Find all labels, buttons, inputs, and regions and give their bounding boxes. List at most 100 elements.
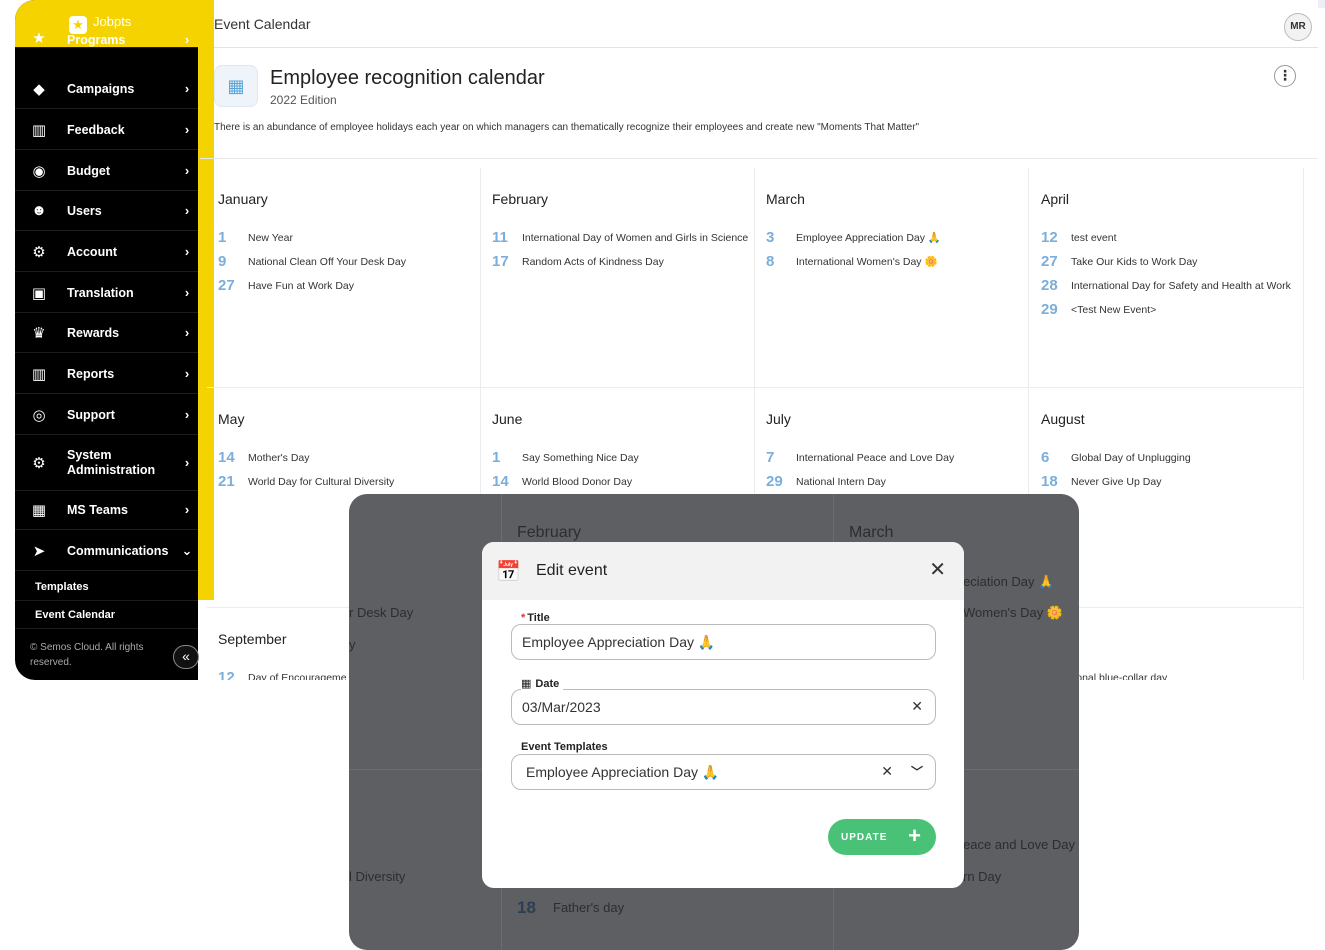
event-item[interactable]: 14 World Blood Donor Day <box>492 474 750 490</box>
month-name: April <box>1041 191 1070 207</box>
event-item[interactable]: 7 International Peace and Love Day <box>766 450 1024 466</box>
event-item[interactable]: 12 test event <box>1041 230 1299 246</box>
dialog-header: 📅 Edit event ✕ <box>482 542 964 600</box>
event-item[interactable]: 17 Random Acts of Kindness Day <box>492 254 750 270</box>
chevron-right-icon: › <box>184 81 190 96</box>
sidebar-item-support[interactable]: ◎ Support › <box>15 395 198 435</box>
event-day: 14 <box>492 473 509 490</box>
event-item[interactable]: 11 International Day of Women and Girls i… <box>492 230 750 246</box>
event-day: 18 <box>1041 473 1058 490</box>
event-item[interactable]: 1 Say Something Nice Day <box>492 450 750 466</box>
diamond-icon: ◆ <box>33 80 45 98</box>
event-item[interactable]: 21 World Day for Cultural Diversity <box>218 474 476 490</box>
event-item[interactable]: 29 <Test New Event> <box>1041 302 1299 318</box>
chevron-right-icon: › <box>184 455 190 470</box>
sidebar-item-rewards[interactable]: ♛ Rewards › <box>15 313 198 353</box>
backdrop-day-number: 18 <box>517 898 536 917</box>
event-name: Global Day of Unplugging <box>1071 452 1191 464</box>
event-list: 1 New Year 9 National Clean Off Your Desk D… <box>218 230 476 302</box>
close-icon[interactable]: ✕ <box>929 557 946 582</box>
event-item[interactable]: 9 National Clean Off Your Desk Day <box>218 254 476 270</box>
month-name: March <box>766 191 805 207</box>
page-description: There is an abundance of employee holida… <box>214 122 920 133</box>
event-item[interactable]: 14 Mother's Day <box>218 450 476 466</box>
event-name: <Test New Event> <box>1071 304 1157 316</box>
event-name: tional blue-collar day <box>1071 672 1168 680</box>
sidebar-item-budget[interactable]: ◉ Budget › <box>15 151 198 191</box>
event-list: 3 Employee Appreciation Day 🙏 8 Internation… <box>766 230 1024 278</box>
chevron-down-icon[interactable]: ﹀ <box>911 763 923 780</box>
event-item[interactable]: 1 New Year <box>218 230 476 246</box>
lifebuoy-icon: ◎ <box>32 406 46 424</box>
sidebar-item-translation[interactable]: ▣ Translation › <box>15 273 198 313</box>
event-item[interactable]: 29 National Intern Day <box>766 474 1024 490</box>
title-input[interactable]: Employee Appreciation Day 🙏 <box>511 624 936 660</box>
chevron-right-icon: › <box>184 502 190 517</box>
cogs-icon: ⚙ <box>32 243 46 261</box>
event-day: 9 <box>218 253 227 270</box>
event-item[interactable]: 6 Global Day of Unplugging <box>1041 450 1299 466</box>
coins-icon: ◉ <box>32 162 46 180</box>
sidebar-subitem-label: Templates <box>35 580 89 593</box>
plus-icon: + <box>908 823 922 848</box>
month-name: January <box>218 191 268 207</box>
event-name: Mother's Day <box>248 452 310 464</box>
event-item[interactable]: 3 Employee Appreciation Day 🙏 <box>766 230 1024 246</box>
sidebar-subitem-event-calendar[interactable]: Event Calendar <box>15 601 198 629</box>
sidebar-item-campaigns[interactable]: ◆ Campaigns › <box>15 69 198 109</box>
title-label-text: Title <box>527 612 550 624</box>
sidebar-item-label: Reports <box>67 366 115 381</box>
chevron-right-icon: › <box>184 325 190 340</box>
event-item[interactable]: 27 Take Our Kids to Work Day <box>1041 254 1299 270</box>
event-list: 7 International Peace and Love Day 29 Natio… <box>766 450 1024 498</box>
sidebar-item-account[interactable]: ⚙ Account › <box>15 232 198 272</box>
event-name: Have Fun at Work Day <box>248 280 355 292</box>
sidebar-item-label: Users <box>67 203 102 218</box>
event-day: 8 <box>766 253 775 270</box>
event-item[interactable]: 8 International Women's Day 🌼 <box>766 254 1024 270</box>
date-input[interactable]: 03/Mar/2023 ✕ <box>511 689 936 725</box>
more-options-icon[interactable]: ⋮ <box>1274 65 1296 87</box>
chevron-right-icon: › <box>184 122 190 137</box>
page-title: Employee recognition calendar <box>270 67 545 89</box>
date-input-value: 03/Mar/2023 <box>522 699 601 715</box>
event-item[interactable]: 18 Never Give Up Day <box>1041 474 1299 490</box>
event-name: New Year <box>248 232 293 244</box>
sidebar-item-ms-teams[interactable]: ▦ MS Teams › <box>15 490 198 530</box>
month-name: July <box>766 411 791 427</box>
sidebar-item-reports[interactable]: ▥ Reports › <box>15 354 198 394</box>
event-name: World Day for Cultural Diversity <box>248 476 395 488</box>
clear-date-icon[interactable]: ✕ <box>911 698 923 715</box>
sidebar-item-feedback[interactable]: ▥ Feedback › <box>15 110 198 150</box>
backdrop-text-fragment: Women's Day 🌼 <box>963 605 1064 620</box>
chevron-down-icon: ⌄ <box>181 542 193 558</box>
bar-chart-icon: ▥ <box>31 121 47 139</box>
sidebar-item-label: Support <box>67 407 115 422</box>
dialog-title: Edit event <box>536 562 608 579</box>
clear-template-icon[interactable]: ✕ <box>881 763 893 780</box>
backdrop-text-fragment: eciation Day 🙏 <box>963 574 1055 589</box>
event-item[interactable]: tional blue-collar day <box>1041 670 1299 680</box>
sidebar-item-communications[interactable]: ➤ Communications ⌄ <box>15 531 198 571</box>
event-day: 6 <box>1041 449 1050 466</box>
month-name: May <box>218 411 245 427</box>
sidebar-item-users[interactable]: ☻ Users › <box>15 191 198 231</box>
event-item[interactable]: 27 Have Fun at Work Day <box>218 278 476 294</box>
collapse-sidebar-button[interactable]: « <box>173 645 199 669</box>
paper-plane-icon: ➤ <box>32 542 46 560</box>
event-day: 21 <box>218 473 235 490</box>
sidebar-item-label: System Administration <box>67 447 156 477</box>
sidebar-item-programs[interactable]: ★ Programs › <box>15 28 198 48</box>
sidebar-item-label: Budget <box>67 163 111 178</box>
month-name: February <box>492 191 549 207</box>
event-templates-select[interactable]: Employee Appreciation Day 🙏 ✕ ﹀ <box>511 754 936 790</box>
event-item[interactable]: 28 International Day for Safety and Healt… <box>1041 278 1299 294</box>
update-button[interactable]: UPDATE + <box>828 819 936 855</box>
sidebar-item-system-administration[interactable]: ⚙ System Administration › <box>15 435 198 491</box>
sidebar-subitem-templates[interactable]: Templates <box>15 573 198 601</box>
avatar[interactable]: MR <box>1284 13 1312 41</box>
event-name: International Day for Safety and Health … <box>1071 280 1291 292</box>
month-card: February 11 International Day of Women and… <box>481 168 755 388</box>
event-day: 17 <box>492 253 509 270</box>
backdrop-month-february: February <box>517 524 582 541</box>
